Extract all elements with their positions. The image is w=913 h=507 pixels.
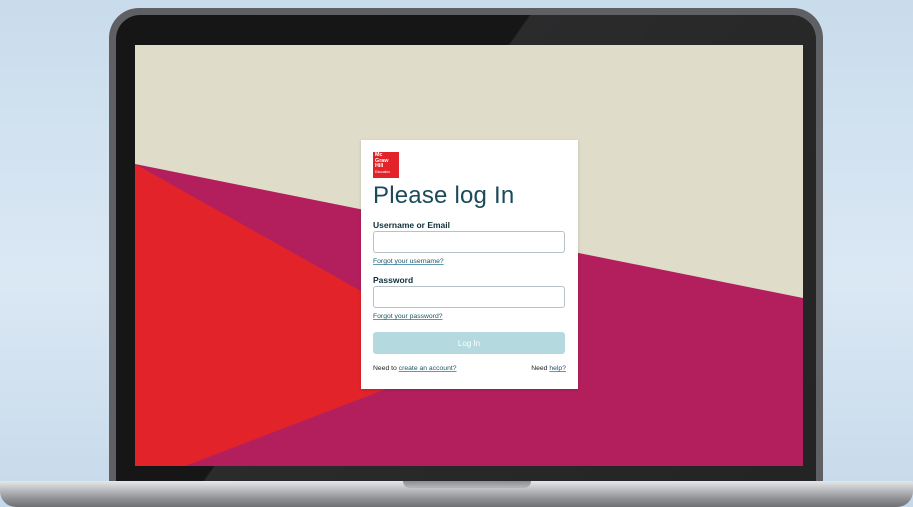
laptop-lid: Mc Graw Hill Education Please log In Use…	[109, 8, 823, 490]
laptop-base-notch	[403, 481, 531, 488]
create-account-row: Need to create an account?	[373, 365, 457, 372]
username-label: Username or Email	[373, 220, 451, 230]
help-link[interactable]: help?	[549, 365, 566, 372]
mcgraw-hill-logo: Mc Graw Hill Education	[373, 152, 399, 178]
help-row: Need help?	[531, 365, 566, 372]
page-title: Please log In	[373, 182, 515, 209]
create-account-link[interactable]: create an account?	[399, 365, 457, 372]
screen-bezel: Mc Graw Hill Education Please log In Use…	[116, 15, 816, 490]
need-to-text: Need to	[373, 365, 397, 372]
login-page: Mc Graw Hill Education Please log In Use…	[135, 45, 803, 466]
forgot-password-link[interactable]: Forgot your password?	[373, 313, 443, 320]
forgot-username-link[interactable]: Forgot your username?	[373, 258, 444, 265]
login-card: Mc Graw Hill Education Please log In Use…	[361, 140, 578, 389]
need-text: Need	[531, 365, 548, 372]
login-button[interactable]: Log In	[373, 332, 565, 354]
username-input[interactable]	[373, 231, 565, 253]
password-label: Password	[373, 275, 414, 285]
password-input[interactable]	[373, 286, 565, 308]
